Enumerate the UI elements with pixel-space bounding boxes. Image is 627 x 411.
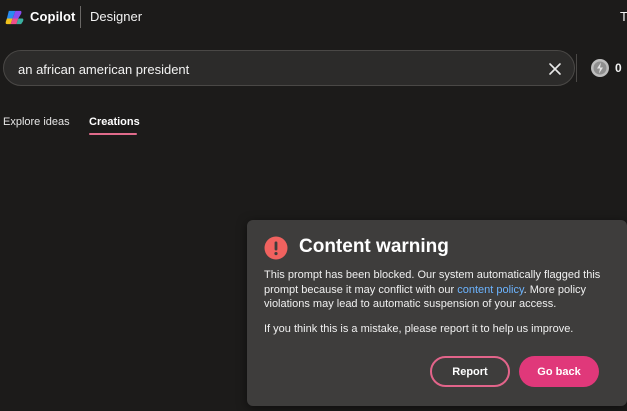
active-tab-indicator [89,133,137,135]
header-right-text[interactable]: T [620,9,627,24]
report-button[interactable]: Report [430,356,510,387]
go-back-button[interactable]: Go back [519,356,599,387]
close-icon[interactable] [548,62,562,76]
dialog-message: This prompt has been blocked. Our system… [264,268,614,312]
brand-divider [80,6,81,28]
designer-page: Copilot Designer T 0 Explore ideas Creat… [0,0,627,411]
exclamation-circle-icon [264,236,288,260]
boosts-indicator[interactable]: 0 [590,57,622,79]
boost-coin-icon [591,59,609,77]
brand-name[interactable]: Copilot [30,9,75,24]
prompt-input[interactable] [18,60,518,78]
tab-explore-ideas[interactable]: Explore ideas [3,116,70,128]
tab-creations[interactable]: Creations [89,116,140,128]
boost-count: 0 [615,61,622,75]
product-name[interactable]: Designer [90,9,142,24]
dialog-report-hint: If you think this is a mistake, please r… [264,323,574,335]
content-policy-link[interactable]: content policy [457,284,523,296]
top-header: Copilot Designer T [0,0,627,36]
dialog-title: Content warning [299,236,449,257]
content-warning-dialog: Content warning This prompt has been blo… [247,220,627,406]
prompt-search-bar [3,50,575,86]
boost-divider [576,54,577,82]
copilot-logo-icon[interactable] [5,8,24,27]
